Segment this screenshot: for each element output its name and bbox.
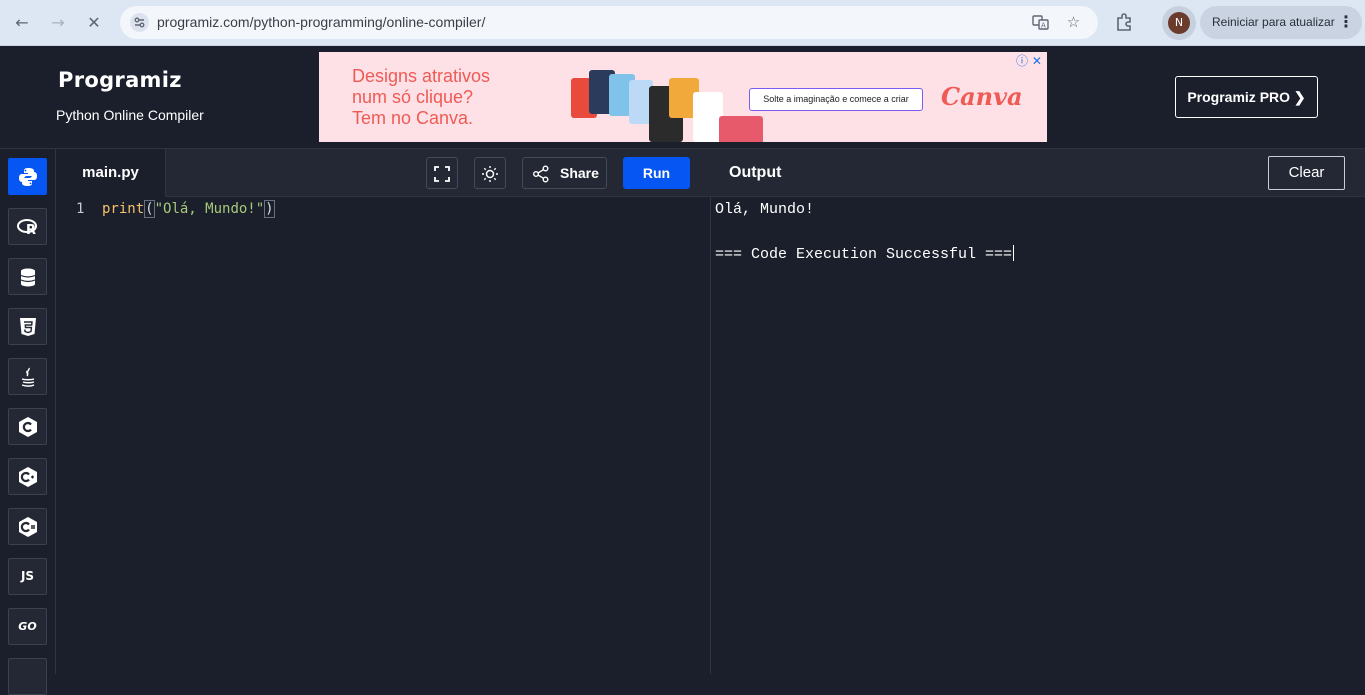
forward-icon[interactable]: →: [46, 11, 70, 35]
fullscreen-button[interactable]: [426, 157, 458, 189]
theme-toggle-button[interactable]: [474, 157, 506, 189]
go-icon[interactable]: GO: [8, 608, 47, 645]
bookmark-star-icon[interactable]: ☆: [1064, 13, 1083, 32]
sql-database-icon[interactable]: [8, 258, 47, 295]
share-icon: [533, 165, 549, 183]
c-language-icon[interactable]: [8, 408, 47, 445]
ad-line: Tem no Canva.: [352, 108, 474, 128]
ad-line: num só clique?: [352, 87, 474, 107]
html5-icon[interactable]: [8, 308, 47, 345]
share-label: Share: [560, 165, 599, 181]
ad-info-icon[interactable]: ⓘ ✕: [1016, 54, 1044, 68]
programiz-pro-button[interactable]: Programiz PRO ❯: [1175, 76, 1318, 118]
code-paren-open: (: [144, 200, 155, 218]
url-text[interactable]: programiz.com/python-programming/online-…: [157, 14, 485, 30]
run-button[interactable]: Run: [623, 157, 690, 189]
code-string: "Olá, Mundo!": [154, 201, 265, 217]
programiz-logo[interactable]: Programiz: [58, 68, 182, 92]
avatar[interactable]: N: [1168, 12, 1190, 34]
site-header: Programiz Python Online Compiler Designs…: [0, 46, 1365, 149]
output-console[interactable]: Olá, Mundo! === Code Execution Successfu…: [711, 197, 1365, 674]
output-line: === Code Execution Successful ===: [715, 245, 1015, 263]
text-cursor: [1013, 245, 1015, 261]
svg-text:R: R: [26, 223, 36, 238]
ad-headline: Designs atrativos num só clique? Tem no …: [352, 66, 542, 129]
more-options-icon[interactable]: ⋮: [1338, 12, 1354, 31]
extensions-icon[interactable]: [1113, 11, 1135, 33]
address-bar[interactable]: programiz.com/python-programming/online-…: [120, 6, 1098, 39]
output-status: === Code Execution Successful ===: [715, 246, 1013, 263]
code-editor[interactable]: 1 print("Olá, Mundo!"): [56, 197, 711, 674]
ad-banner[interactable]: Designs atrativos num só clique? Tem no …: [319, 52, 1047, 142]
more-languages-icon[interactable]: [8, 658, 47, 695]
site-settings-icon[interactable]: [130, 13, 149, 32]
code-function: print: [102, 201, 145, 217]
canva-logo: Canva: [941, 82, 1023, 111]
update-label: Reiniciar para atualizar: [1212, 15, 1335, 29]
language-sidebar: R JS GO: [0, 149, 56, 695]
editor-toolbar: main.py Share Run: [56, 149, 711, 197]
java-icon[interactable]: [8, 358, 47, 395]
python-icon[interactable]: [8, 158, 47, 195]
share-button[interactable]: Share: [522, 157, 607, 189]
code-paren-close: ): [264, 200, 275, 218]
tab-main-py[interactable]: main.py: [56, 149, 166, 197]
code-line[interactable]: print("Olá, Mundo!"): [102, 200, 275, 218]
output-toolbar: Output Clear: [711, 149, 1365, 197]
svg-text:A: A: [1041, 22, 1046, 30]
stop-loading-icon[interactable]: ✕: [82, 11, 106, 35]
browser-toolbar: ← → ✕ programiz.com/python-programming/o…: [0, 0, 1365, 46]
back-icon[interactable]: ←: [10, 11, 34, 35]
ad-image: [569, 66, 769, 142]
fullscreen-icon: [434, 166, 450, 182]
page-subtitle: Python Online Compiler: [56, 107, 204, 123]
javascript-icon[interactable]: JS: [8, 558, 47, 595]
ad-cta-button[interactable]: Solte a imaginação e comece a criar: [749, 88, 923, 111]
update-button[interactable]: Reiniciar para atualizar ⋮: [1200, 6, 1362, 39]
csharp-icon[interactable]: [8, 508, 47, 545]
line-number: 1: [76, 201, 85, 217]
clear-button[interactable]: Clear: [1268, 156, 1345, 190]
output-title: Output: [729, 164, 782, 181]
r-language-icon[interactable]: R: [8, 208, 47, 245]
ad-line: Designs atrativos: [352, 66, 491, 86]
sun-icon: [482, 166, 498, 182]
cpp-icon[interactable]: [8, 458, 47, 495]
output-line: Olá, Mundo!: [715, 201, 815, 218]
translate-icon[interactable]: A: [1031, 13, 1050, 32]
